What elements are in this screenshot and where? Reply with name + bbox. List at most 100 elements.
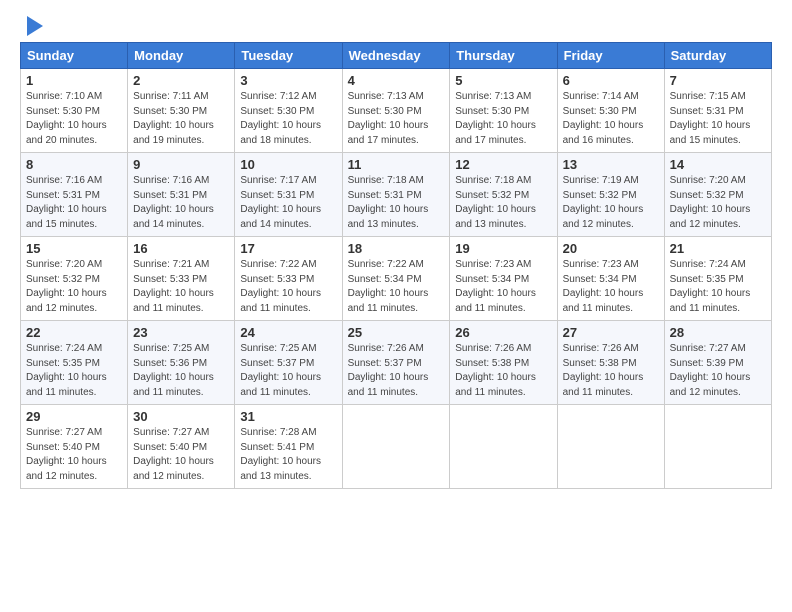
header [20, 18, 772, 36]
calendar-cell [450, 405, 557, 489]
calendar-cell: 28 Sunrise: 7:27 AM Sunset: 5:39 PM Dayl… [664, 321, 771, 405]
day-number: 5 [455, 73, 551, 88]
day-info: Sunrise: 7:18 AM Sunset: 5:32 PM Dayligh… [455, 174, 551, 232]
day-info: Sunrise: 7:20 AM Sunset: 5:32 PM Dayligh… [26, 258, 122, 316]
calendar-cell: 21 Sunrise: 7:24 AM Sunset: 5:35 PM Dayl… [664, 237, 771, 321]
calendar-cell: 1 Sunrise: 7:10 AM Sunset: 5:30 PM Dayli… [21, 69, 128, 153]
day-info: Sunrise: 7:27 AM Sunset: 5:40 PM Dayligh… [133, 426, 229, 484]
day-number: 21 [670, 241, 766, 256]
day-info: Sunrise: 7:15 AM Sunset: 5:31 PM Dayligh… [670, 90, 766, 148]
day-info: Sunrise: 7:12 AM Sunset: 5:30 PM Dayligh… [240, 90, 336, 148]
calendar-header-row: SundayMondayTuesdayWednesdayThursdayFrid… [21, 43, 772, 69]
day-number: 31 [240, 409, 336, 424]
day-number: 30 [133, 409, 229, 424]
calendar-cell: 22 Sunrise: 7:24 AM Sunset: 5:35 PM Dayl… [21, 321, 128, 405]
logo-arrow-icon [27, 16, 43, 36]
day-info: Sunrise: 7:17 AM Sunset: 5:31 PM Dayligh… [240, 174, 336, 232]
day-number: 16 [133, 241, 229, 256]
day-number: 22 [26, 325, 122, 340]
day-info: Sunrise: 7:11 AM Sunset: 5:30 PM Dayligh… [133, 90, 229, 148]
day-number: 10 [240, 157, 336, 172]
day-info: Sunrise: 7:21 AM Sunset: 5:33 PM Dayligh… [133, 258, 229, 316]
calendar-header-tuesday: Tuesday [235, 43, 342, 69]
calendar-cell: 30 Sunrise: 7:27 AM Sunset: 5:40 PM Dayl… [128, 405, 235, 489]
calendar-cell: 23 Sunrise: 7:25 AM Sunset: 5:36 PM Dayl… [128, 321, 235, 405]
calendar-cell: 9 Sunrise: 7:16 AM Sunset: 5:31 PM Dayli… [128, 153, 235, 237]
day-info: Sunrise: 7:19 AM Sunset: 5:32 PM Dayligh… [563, 174, 659, 232]
calendar-cell [342, 405, 450, 489]
day-number: 1 [26, 73, 122, 88]
calendar-cell: 24 Sunrise: 7:25 AM Sunset: 5:37 PM Dayl… [235, 321, 342, 405]
calendar-cell [664, 405, 771, 489]
calendar-cell: 27 Sunrise: 7:26 AM Sunset: 5:38 PM Dayl… [557, 321, 664, 405]
calendar-cell: 6 Sunrise: 7:14 AM Sunset: 5:30 PM Dayli… [557, 69, 664, 153]
logo [20, 18, 43, 36]
day-info: Sunrise: 7:26 AM Sunset: 5:38 PM Dayligh… [455, 342, 551, 400]
day-number: 12 [455, 157, 551, 172]
day-info: Sunrise: 7:13 AM Sunset: 5:30 PM Dayligh… [348, 90, 445, 148]
calendar-week-row: 1 Sunrise: 7:10 AM Sunset: 5:30 PM Dayli… [21, 69, 772, 153]
calendar-cell [557, 405, 664, 489]
day-number: 19 [455, 241, 551, 256]
calendar-header-wednesday: Wednesday [342, 43, 450, 69]
day-info: Sunrise: 7:28 AM Sunset: 5:41 PM Dayligh… [240, 426, 336, 484]
day-info: Sunrise: 7:23 AM Sunset: 5:34 PM Dayligh… [563, 258, 659, 316]
calendar-cell: 7 Sunrise: 7:15 AM Sunset: 5:31 PM Dayli… [664, 69, 771, 153]
day-number: 4 [348, 73, 445, 88]
day-number: 14 [670, 157, 766, 172]
calendar-cell: 14 Sunrise: 7:20 AM Sunset: 5:32 PM Dayl… [664, 153, 771, 237]
calendar-cell: 12 Sunrise: 7:18 AM Sunset: 5:32 PM Dayl… [450, 153, 557, 237]
day-number: 9 [133, 157, 229, 172]
calendar-cell: 8 Sunrise: 7:16 AM Sunset: 5:31 PM Dayli… [21, 153, 128, 237]
calendar-header-friday: Friday [557, 43, 664, 69]
day-info: Sunrise: 7:18 AM Sunset: 5:31 PM Dayligh… [348, 174, 445, 232]
calendar-week-row: 22 Sunrise: 7:24 AM Sunset: 5:35 PM Dayl… [21, 321, 772, 405]
calendar-cell: 17 Sunrise: 7:22 AM Sunset: 5:33 PM Dayl… [235, 237, 342, 321]
calendar-cell: 29 Sunrise: 7:27 AM Sunset: 5:40 PM Dayl… [21, 405, 128, 489]
calendar-cell: 10 Sunrise: 7:17 AM Sunset: 5:31 PM Dayl… [235, 153, 342, 237]
calendar-week-row: 29 Sunrise: 7:27 AM Sunset: 5:40 PM Dayl… [21, 405, 772, 489]
calendar-cell: 20 Sunrise: 7:23 AM Sunset: 5:34 PM Dayl… [557, 237, 664, 321]
page: SundayMondayTuesdayWednesdayThursdayFrid… [0, 0, 792, 499]
calendar-cell: 4 Sunrise: 7:13 AM Sunset: 5:30 PM Dayli… [342, 69, 450, 153]
day-number: 24 [240, 325, 336, 340]
day-info: Sunrise: 7:26 AM Sunset: 5:37 PM Dayligh… [348, 342, 445, 400]
calendar-header-sunday: Sunday [21, 43, 128, 69]
day-number: 13 [563, 157, 659, 172]
calendar-header-monday: Monday [128, 43, 235, 69]
calendar-cell: 13 Sunrise: 7:19 AM Sunset: 5:32 PM Dayl… [557, 153, 664, 237]
calendar-header-saturday: Saturday [664, 43, 771, 69]
calendar-cell: 19 Sunrise: 7:23 AM Sunset: 5:34 PM Dayl… [450, 237, 557, 321]
day-info: Sunrise: 7:13 AM Sunset: 5:30 PM Dayligh… [455, 90, 551, 148]
calendar-week-row: 15 Sunrise: 7:20 AM Sunset: 5:32 PM Dayl… [21, 237, 772, 321]
day-info: Sunrise: 7:24 AM Sunset: 5:35 PM Dayligh… [670, 258, 766, 316]
calendar-cell: 25 Sunrise: 7:26 AM Sunset: 5:37 PM Dayl… [342, 321, 450, 405]
day-number: 17 [240, 241, 336, 256]
day-number: 23 [133, 325, 229, 340]
day-number: 28 [670, 325, 766, 340]
day-number: 26 [455, 325, 551, 340]
calendar-header-thursday: Thursday [450, 43, 557, 69]
day-number: 15 [26, 241, 122, 256]
day-info: Sunrise: 7:23 AM Sunset: 5:34 PM Dayligh… [455, 258, 551, 316]
day-info: Sunrise: 7:24 AM Sunset: 5:35 PM Dayligh… [26, 342, 122, 400]
calendar-cell: 31 Sunrise: 7:28 AM Sunset: 5:41 PM Dayl… [235, 405, 342, 489]
day-number: 27 [563, 325, 659, 340]
day-info: Sunrise: 7:16 AM Sunset: 5:31 PM Dayligh… [26, 174, 122, 232]
day-info: Sunrise: 7:27 AM Sunset: 5:39 PM Dayligh… [670, 342, 766, 400]
day-number: 25 [348, 325, 445, 340]
calendar-cell: 16 Sunrise: 7:21 AM Sunset: 5:33 PM Dayl… [128, 237, 235, 321]
calendar-cell: 26 Sunrise: 7:26 AM Sunset: 5:38 PM Dayl… [450, 321, 557, 405]
day-info: Sunrise: 7:25 AM Sunset: 5:37 PM Dayligh… [240, 342, 336, 400]
day-number: 11 [348, 157, 445, 172]
calendar-cell: 18 Sunrise: 7:22 AM Sunset: 5:34 PM Dayl… [342, 237, 450, 321]
day-number: 8 [26, 157, 122, 172]
day-info: Sunrise: 7:20 AM Sunset: 5:32 PM Dayligh… [670, 174, 766, 232]
day-number: 6 [563, 73, 659, 88]
day-number: 20 [563, 241, 659, 256]
day-info: Sunrise: 7:26 AM Sunset: 5:38 PM Dayligh… [563, 342, 659, 400]
day-info: Sunrise: 7:10 AM Sunset: 5:30 PM Dayligh… [26, 90, 122, 148]
day-number: 29 [26, 409, 122, 424]
day-info: Sunrise: 7:27 AM Sunset: 5:40 PM Dayligh… [26, 426, 122, 484]
calendar-cell: 5 Sunrise: 7:13 AM Sunset: 5:30 PM Dayli… [450, 69, 557, 153]
